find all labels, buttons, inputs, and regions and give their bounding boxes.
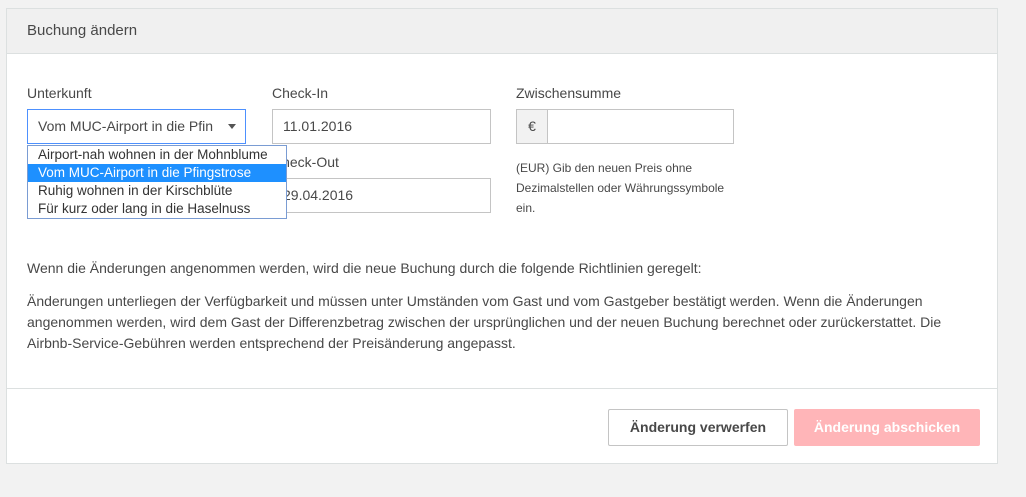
checkout-field[interactable]: 29.04.2016 bbox=[272, 178, 491, 213]
footer-divider bbox=[7, 388, 997, 389]
checkin-label: Check-In bbox=[272, 85, 329, 101]
accommodation-selected-value: Vom MUC-Airport in die Pfin bbox=[38, 118, 214, 134]
change-booking-panel: Buchung ändern Unterkunft Vom MUC-Airpor… bbox=[6, 8, 998, 464]
dropdown-option[interactable]: Ruhig wohnen in der Kirschblüte bbox=[28, 182, 286, 200]
submit-change-button[interactable]: Änderung abschicken bbox=[794, 409, 980, 446]
checkin-field[interactable]: 11.01.2016 bbox=[272, 109, 491, 144]
accommodation-label: Unterkunft bbox=[27, 85, 92, 101]
dropdown-option[interactable]: Airport-nah wohnen in der Mohnblume bbox=[28, 146, 286, 164]
policy-intro: Wenn die Änderungen angenommen werden, w… bbox=[27, 260, 702, 276]
accommodation-select[interactable]: Vom MUC-Airport in die Pfin bbox=[27, 109, 246, 144]
accommodation-dropdown: Airport-nah wohnen in der Mohnblume Vom … bbox=[27, 145, 287, 219]
dropdown-option-selected[interactable]: Vom MUC-Airport in die Pfingstrose bbox=[28, 164, 286, 182]
panel-title: Buchung ändern bbox=[27, 22, 138, 39]
panel-header: Buchung ändern bbox=[7, 9, 997, 54]
subtotal-label: Zwischensumme bbox=[516, 85, 622, 101]
subtotal-hint: (EUR) Gib den neuen Preis ohne Dezimalst… bbox=[516, 161, 725, 215]
discard-change-button[interactable]: Änderung verwerfen bbox=[608, 409, 788, 446]
dropdown-option[interactable]: Für kurz oder lang in die Haselnuss bbox=[28, 200, 286, 218]
subtotal-input[interactable] bbox=[547, 109, 734, 144]
chevron-down-icon bbox=[228, 124, 236, 129]
policy-text: Änderungen unterliegen der Verfügbarkeit… bbox=[27, 293, 942, 351]
currency-prefix: € bbox=[516, 109, 548, 144]
